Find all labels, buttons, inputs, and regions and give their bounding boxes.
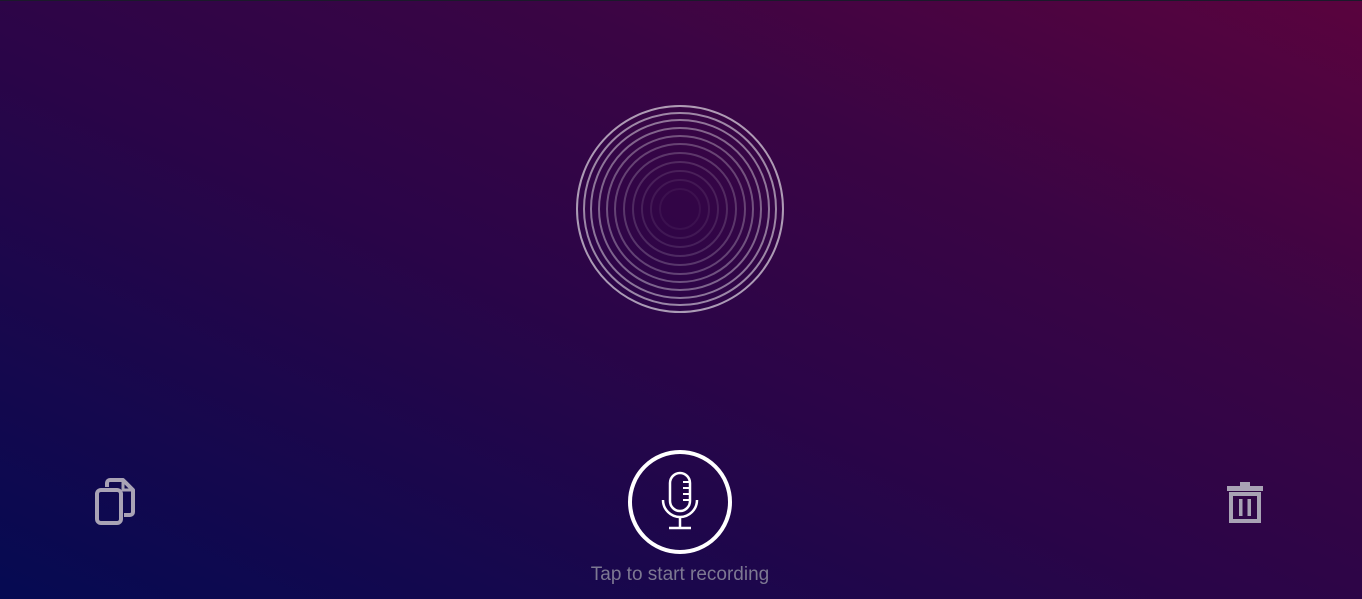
ring-5 [606, 135, 754, 283]
ring-8 [632, 161, 728, 257]
ring-6 [614, 143, 746, 275]
copy-button[interactable] [94, 477, 138, 527]
ring-2 [583, 112, 777, 306]
audio-visualizer-rings [576, 105, 784, 313]
copy-icon [95, 478, 135, 525]
microphone-icon [661, 471, 699, 530]
ring-3 [590, 119, 770, 299]
ring-7 [623, 152, 737, 266]
delete-button[interactable] [1224, 480, 1266, 524]
ring-11 [659, 188, 701, 230]
top-border [0, 0, 1362, 1]
ring-9 [641, 170, 719, 248]
record-button[interactable] [628, 450, 732, 554]
recording-status-text: Tap to start recording [590, 564, 770, 585]
trash-icon [1227, 482, 1263, 523]
